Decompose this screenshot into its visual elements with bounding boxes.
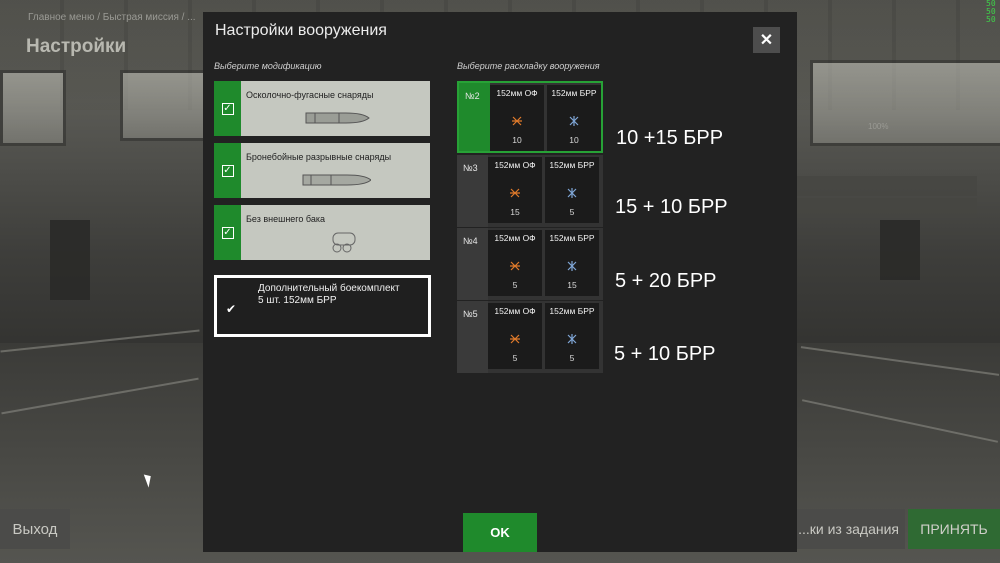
ammo-slot-he: 152мм ОФ 5 bbox=[488, 303, 542, 369]
ammo-count: 5 bbox=[569, 353, 575, 363]
he-round-icon bbox=[510, 334, 520, 344]
loadout-number: №5 bbox=[463, 309, 478, 319]
loadout-2[interactable]: №2 152мм ОФ 10 152мм БРР 10 bbox=[457, 81, 603, 153]
ammo-count: 5 bbox=[569, 207, 575, 217]
he-round-icon bbox=[510, 261, 520, 271]
ap-round-icon bbox=[567, 188, 577, 198]
ammo-count: 10 bbox=[569, 135, 579, 145]
loadout-number: №3 bbox=[463, 163, 478, 173]
ammo-count: 15 bbox=[567, 280, 577, 290]
ammo-slot-ap: 152мм БРР 15 bbox=[545, 230, 599, 296]
fps-counter: 50 50 50 bbox=[986, 0, 996, 24]
hangar-column bbox=[50, 220, 90, 300]
modification-checkbox[interactable]: ✓ bbox=[214, 143, 241, 198]
side-panel-row bbox=[797, 198, 977, 218]
ammo-slot-he: 152мм ОФ 15 bbox=[488, 157, 542, 223]
checkmark-icon: ✔ bbox=[226, 302, 237, 316]
ammo-name: 152мм БРР bbox=[549, 160, 595, 170]
modification-name: Осколочно-фугасные снаряды bbox=[246, 90, 374, 100]
hangar-window bbox=[0, 70, 66, 146]
ap-round-icon bbox=[567, 334, 577, 344]
weapon-settings-dialog: Настройки вооружения ✕ Выберите модифика… bbox=[203, 12, 797, 552]
breadcrumb: Главное меню / Быстрая миссия / ... bbox=[28, 12, 196, 23]
ammo-name: 152мм БРР bbox=[549, 306, 595, 316]
checkmark-icon: ✓ bbox=[221, 102, 234, 115]
checkmark-icon: ✓ bbox=[221, 226, 234, 239]
loadout-4[interactable]: №4 152мм ОФ 5 152мм БРР 15 bbox=[457, 228, 603, 300]
loadouts-label: Выберите раскладку вооружения bbox=[457, 61, 600, 71]
ammo-name: 152мм БРР bbox=[549, 233, 595, 243]
loadout-number: №4 bbox=[463, 236, 478, 246]
he-shell-icon bbox=[305, 112, 370, 124]
close-button[interactable]: ✕ bbox=[753, 27, 780, 53]
ammo-name: 152мм ОФ bbox=[494, 233, 536, 243]
percent-label: 100% bbox=[868, 122, 889, 131]
ammo-count: 5 bbox=[512, 280, 518, 290]
modification-card[interactable]: Без внешнего бака bbox=[241, 205, 430, 260]
loadout-note: 15 + 10 БРР bbox=[615, 196, 728, 218]
dialog-title: Настройки вооружения bbox=[215, 22, 387, 39]
loadout-note: 5 + 10 БРР bbox=[614, 343, 716, 365]
modification-card[interactable]: Осколочно-фугасные снаряды bbox=[241, 81, 430, 136]
side-panel-row bbox=[797, 176, 977, 196]
accept-button[interactable]: ПРИНЯТЬ bbox=[908, 509, 1000, 549]
ammo-slot-ap: 152мм БРР 10 bbox=[547, 85, 601, 151]
ok-button[interactable]: OK bbox=[463, 513, 537, 552]
modification-no-external-tank[interactable]: ✓ Без внешнего бака bbox=[214, 205, 430, 260]
exit-button[interactable]: Выход bbox=[0, 509, 70, 549]
modification-checkbox[interactable]: ✓ bbox=[214, 205, 241, 260]
ammo-count: 5 bbox=[512, 353, 518, 363]
close-icon: ✕ bbox=[759, 32, 774, 49]
modification-name: Без внешнего бака bbox=[246, 214, 325, 224]
skip-task-button[interactable]: ...ки из задания bbox=[797, 509, 905, 549]
ap-shell-icon bbox=[302, 174, 371, 186]
ammo-name: 152мм ОФ bbox=[494, 160, 536, 170]
page-title: Настройки bbox=[26, 36, 127, 57]
ammo-slot-ap: 152мм БРР 5 bbox=[545, 303, 599, 369]
ammo-count: 15 bbox=[510, 207, 520, 217]
extra-ammo-option[interactable]: ✔ Дополнительный боекомплект 5 шт. 152мм… bbox=[214, 275, 431, 337]
modification-ap-shells[interactable]: ✓ Бронебойные разрывные снаряды bbox=[214, 143, 430, 198]
extra-ammo-title: Дополнительный боекомплект bbox=[258, 283, 400, 294]
ammo-name: 152мм БРР bbox=[551, 88, 597, 98]
ammo-slot-he: 152мм ОФ 10 bbox=[490, 85, 544, 151]
ammo-slot-he: 152мм ОФ 5 bbox=[488, 230, 542, 296]
hangar-column bbox=[880, 220, 920, 280]
ammo-name: 152мм ОФ bbox=[496, 88, 538, 98]
modification-name: Бронебойные разрывные снаряды bbox=[246, 152, 392, 162]
modification-card[interactable]: Бронебойные разрывные снаряды bbox=[241, 143, 430, 198]
ap-round-icon bbox=[569, 116, 579, 126]
modification-checkbox[interactable]: ✓ bbox=[214, 81, 241, 136]
ammo-slot-ap: 152мм БРР 5 bbox=[545, 157, 599, 223]
fuel-tank-icon bbox=[332, 232, 356, 253]
loadout-note: 10 +15 БРР bbox=[616, 127, 724, 149]
loadout-5[interactable]: №5 152мм ОФ 5 152мм БРР 5 bbox=[457, 301, 603, 373]
loadout-note: 5 + 20 БРР bbox=[615, 270, 717, 292]
hangar-window bbox=[810, 60, 1000, 146]
extra-ammo-detail: 5 шт. 152мм БРР bbox=[258, 295, 337, 306]
ap-round-icon bbox=[567, 261, 577, 271]
ammo-name: 152мм ОФ bbox=[494, 306, 536, 316]
hangar-window bbox=[120, 70, 206, 141]
he-round-icon bbox=[512, 116, 522, 126]
loadout-3[interactable]: №3 152мм ОФ 15 152мм БРР 5 bbox=[457, 155, 603, 227]
loadout-number: №2 bbox=[465, 91, 480, 101]
he-round-icon bbox=[510, 188, 520, 198]
modifications-label: Выберите модификацию bbox=[214, 61, 322, 71]
checkmark-icon: ✓ bbox=[221, 164, 234, 177]
modification-he-shells[interactable]: ✓ Осколочно-фугасные снаряды bbox=[214, 81, 430, 136]
ammo-count: 10 bbox=[512, 135, 522, 145]
